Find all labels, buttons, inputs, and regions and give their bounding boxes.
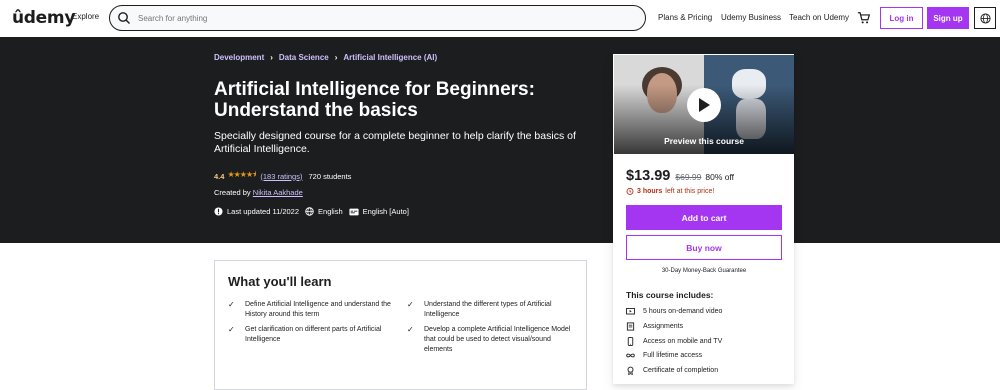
includes-text: Access on mobile and TV: [643, 338, 723, 345]
cart-icon[interactable]: [857, 11, 871, 25]
udemy-business-link[interactable]: Udemy Business: [721, 13, 781, 22]
rating-score: 4.4: [214, 171, 225, 181]
includes-text: Certificate of completion: [643, 367, 719, 374]
video-icon: [626, 307, 635, 315]
add-to-cart-button[interactable]: Add to cart: [626, 205, 782, 230]
includes-item: Assignments: [626, 322, 683, 331]
check-icon: ✓: [407, 325, 414, 334]
learn-point: ✓ Develop a complete Artificial Intellig…: [407, 325, 577, 355]
chevron-right-icon: ›: [334, 53, 338, 62]
breadcrumb: Development › Data Science › Artificial …: [214, 53, 437, 62]
rating-row: 4.4 ★★★★⯨ (183 ratings) 720 students: [214, 169, 351, 183]
includes-item: Full lifetime access: [626, 351, 702, 360]
search-input[interactable]: [138, 13, 618, 23]
globe-icon: [979, 12, 991, 24]
what-youll-learn-box: What you'll learn ✓ Define Artificial In…: [214, 260, 587, 390]
author-link[interactable]: Nikita Aakhade: [253, 188, 303, 197]
course-subtitle: Specially designed course for a complete…: [214, 130, 576, 155]
captions: English [Auto]: [349, 207, 409, 216]
created-by: Created by Nikita Aakhade: [214, 188, 303, 197]
time-left-bold: 3 hours: [637, 187, 663, 195]
last-updated: Last updated 11/2022: [214, 207, 299, 216]
assignment-icon: [626, 322, 635, 331]
time-left-text: left at this price!: [665, 187, 715, 195]
search-bar[interactable]: [109, 5, 646, 31]
chevron-right-icon: ›: [270, 53, 273, 62]
udemy-logo[interactable]: ûdemy: [12, 8, 75, 28]
language: English: [305, 207, 343, 216]
breadcrumb-development[interactable]: Development: [214, 53, 264, 62]
login-button[interactable]: Log in: [880, 7, 923, 29]
original-price: $69.99: [675, 172, 702, 182]
learn-point-text: Get clarification on different parts of …: [245, 326, 382, 343]
course-hero: Development › Data Science › Artificial …: [0, 37, 1000, 243]
star-rating-icon: ★★★★⯨: [227, 170, 256, 179]
buy-now-button[interactable]: Buy now: [626, 235, 782, 260]
course-title: Artificial Intelligence for Beginners: U…: [214, 79, 535, 121]
learn-point-text: Define Artificial Intelligence and under…: [245, 301, 391, 318]
created-by-label: Created by: [214, 188, 251, 197]
check-icon: ✓: [228, 300, 235, 309]
check-icon: ✓: [407, 300, 414, 309]
course-preview-video[interactable]: Preview this course: [614, 55, 794, 154]
signup-button[interactable]: Sign up: [927, 7, 969, 29]
teach-on-udemy-link[interactable]: Teach on Udemy: [789, 13, 849, 22]
language-text: English: [318, 207, 343, 216]
top-navigation-bar: ûdemy Explore Plans & Pricing Udemy Busi…: [0, 0, 1000, 37]
captions-text: English [Auto]: [362, 207, 409, 216]
learn-point: ✓ Get clarification on different parts o…: [228, 325, 398, 345]
discount-percent: 80% off: [705, 172, 735, 182]
includes-heading: This course includes:: [626, 290, 714, 300]
plans-pricing-link[interactable]: Plans & Pricing: [658, 13, 712, 22]
breadcrumb-ai[interactable]: Artificial Intelligence (AI): [343, 53, 437, 62]
alarm-clock-icon: [626, 187, 634, 195]
learn-point: ✓ Define Artificial Intelligence and und…: [228, 300, 398, 320]
learn-point: ✓ Understand the different types of Arti…: [407, 300, 577, 320]
time-left: 3 hours left at this price!: [626, 187, 714, 195]
students-count: 720 students: [308, 171, 352, 181]
money-back-guarantee: 30-Day Money-Back Guarantee: [661, 268, 747, 274]
learn-point-text: Develop a complete Artificial Intelligen…: [424, 326, 571, 353]
explore-link[interactable]: Explore: [72, 12, 99, 21]
language-button[interactable]: [974, 7, 996, 29]
alert-badge-icon: [214, 207, 223, 216]
mobile-icon: [627, 337, 634, 346]
infinity-icon: [626, 353, 635, 358]
breadcrumb-data-science[interactable]: Data Science: [279, 53, 329, 62]
purchase-sidebar: Preview this course $13.99 $69.99 80% of…: [613, 54, 794, 384]
closed-captions-icon: [349, 208, 359, 215]
includes-text: Full lifetime access: [643, 352, 703, 359]
course-meta: Last updated 11/2022 English English [Au…: [214, 207, 415, 216]
includes-item: 5 hours on-demand video: [626, 307, 722, 316]
certificate-icon: [627, 366, 634, 375]
includes-text: 5 hours on-demand video: [643, 308, 723, 315]
play-button[interactable]: [687, 88, 721, 122]
includes-item: Access on mobile and TV: [626, 337, 722, 346]
search-icon[interactable]: [116, 10, 132, 26]
price-block: $13.99 $69.99 80% off: [626, 168, 734, 184]
last-updated-text: Last updated 11/2022: [227, 207, 300, 216]
includes-item: Certificate of completion: [626, 366, 718, 375]
ratings-count-link[interactable]: (183 ratings): [260, 172, 302, 181]
learn-point-text: Understand the different types of Artifi…: [424, 301, 552, 318]
check-icon: ✓: [228, 325, 235, 334]
preview-label: Preview this course: [664, 136, 744, 146]
includes-text: Assignments: [643, 323, 684, 330]
play-icon: [699, 98, 710, 112]
current-price: $13.99: [626, 168, 671, 184]
learn-heading: What you'll learn: [228, 274, 332, 289]
globe-icon: [305, 207, 314, 216]
